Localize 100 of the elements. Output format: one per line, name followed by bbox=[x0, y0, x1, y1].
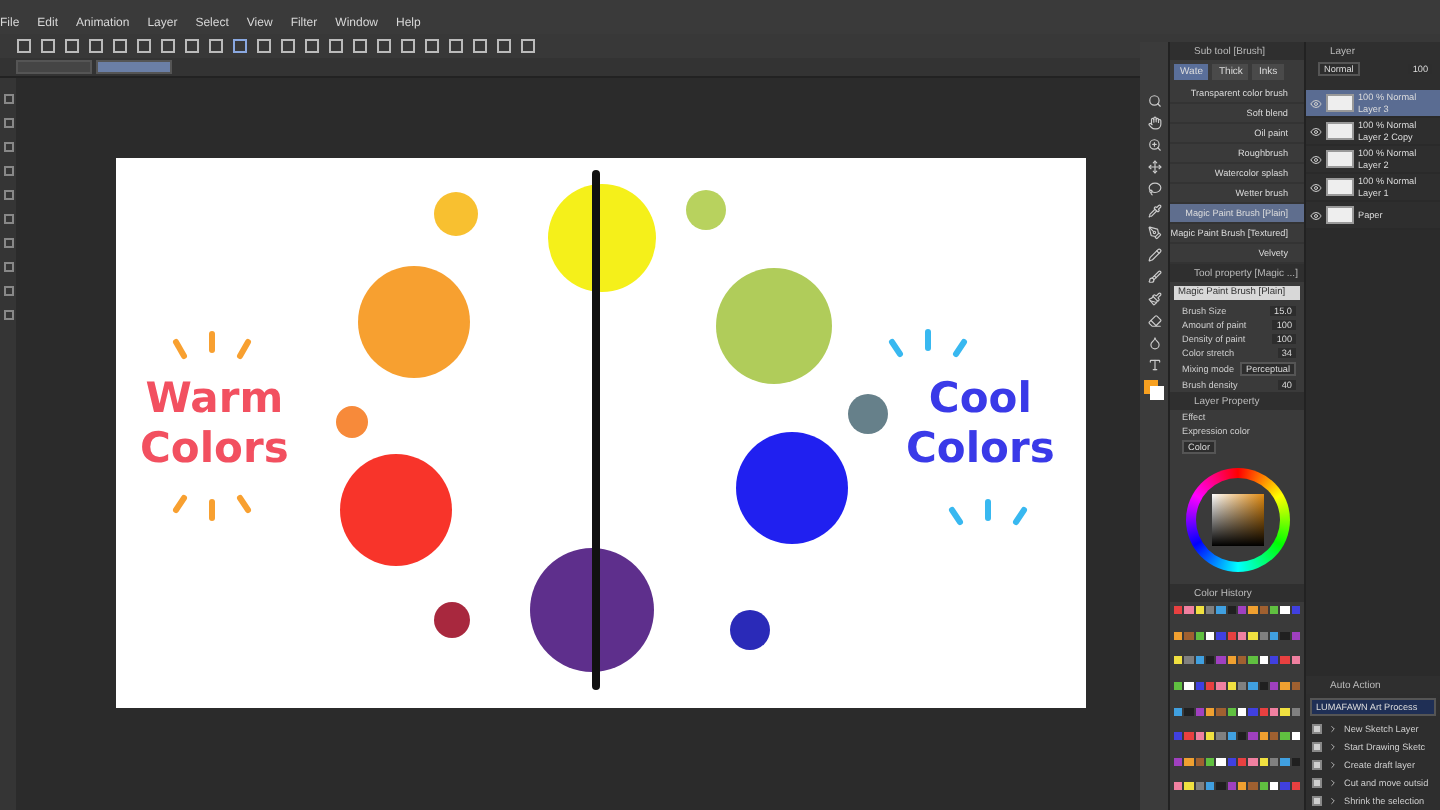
tool-icon[interactable] bbox=[1147, 94, 1161, 108]
color-swatch[interactable] bbox=[1206, 782, 1215, 791]
color-swatch[interactable] bbox=[1291, 707, 1300, 715]
color-swatch[interactable] bbox=[1291, 732, 1300, 741]
color-swatch[interactable] bbox=[1248, 656, 1258, 665]
tool-icon[interactable] bbox=[1147, 270, 1161, 284]
color-swatch[interactable] bbox=[1195, 606, 1204, 614]
color-swatch[interactable] bbox=[1206, 606, 1215, 614]
color-swatch[interactable] bbox=[1195, 681, 1204, 690]
tool-icon[interactable] bbox=[1147, 204, 1161, 218]
color-swatch[interactable] bbox=[1291, 631, 1300, 640]
color-swatch[interactable] bbox=[1206, 757, 1215, 766]
color-swatch[interactable] bbox=[1227, 656, 1236, 665]
color-swatch[interactable] bbox=[1227, 757, 1236, 766]
color-swatch[interactable] bbox=[1174, 732, 1183, 741]
color-swatch[interactable] bbox=[1227, 681, 1236, 690]
side-tool-icon[interactable] bbox=[3, 238, 13, 248]
side-tool-icon[interactable] bbox=[3, 190, 13, 200]
color-swatch[interactable] bbox=[1206, 732, 1215, 741]
color-swatch[interactable] bbox=[1238, 631, 1247, 640]
color-swatch[interactable] bbox=[1174, 782, 1183, 791]
color-swatch[interactable] bbox=[1174, 757, 1183, 766]
side-tool-icon[interactable] bbox=[3, 310, 13, 320]
color-swatch[interactable] bbox=[1195, 732, 1204, 741]
color-swatch[interactable] bbox=[1227, 782, 1236, 791]
color-swatch[interactable] bbox=[1248, 732, 1258, 741]
checkbox[interactable] bbox=[1312, 742, 1322, 752]
color-swatch[interactable] bbox=[1206, 631, 1215, 640]
color-swatch[interactable] bbox=[1195, 757, 1204, 766]
color-swatch[interactable] bbox=[1184, 732, 1194, 741]
color-swatch[interactable] bbox=[1227, 707, 1236, 715]
color-swatch[interactable] bbox=[1270, 681, 1279, 690]
side-tool-icon[interactable] bbox=[3, 286, 13, 296]
color-swatch[interactable] bbox=[1259, 732, 1268, 741]
color-swatch[interactable] bbox=[1280, 681, 1290, 690]
color-swatch[interactable] bbox=[1291, 681, 1300, 690]
tool-icon[interactable] bbox=[1147, 116, 1161, 130]
eye-icon[interactable] bbox=[1310, 125, 1322, 137]
color-swatch[interactable] bbox=[1280, 757, 1290, 766]
tool-icon[interactable] bbox=[1147, 314, 1161, 328]
checkbox[interactable] bbox=[1312, 760, 1322, 770]
color-swatch[interactable] bbox=[1184, 631, 1194, 640]
color-swatch[interactable] bbox=[1280, 606, 1290, 614]
color-swatch[interactable] bbox=[1216, 732, 1226, 741]
color-swatch[interactable] bbox=[1291, 606, 1300, 614]
tool-icon[interactable] bbox=[1147, 226, 1161, 240]
color-swatch[interactable] bbox=[1259, 656, 1268, 665]
color-swatch[interactable] bbox=[1248, 707, 1258, 715]
color-swatch[interactable] bbox=[1259, 606, 1268, 614]
color-swatch[interactable] bbox=[1238, 757, 1247, 766]
color-swatch[interactable] bbox=[1270, 631, 1279, 640]
command-field[interactable] bbox=[16, 60, 92, 74]
color-swatch[interactable] bbox=[1280, 656, 1290, 665]
color-swatch[interactable] bbox=[1195, 707, 1204, 715]
color-swatch[interactable] bbox=[1280, 782, 1290, 791]
color-swatch[interactable] bbox=[1184, 606, 1194, 614]
color-swatch[interactable] bbox=[1184, 757, 1194, 766]
color-swatch[interactable] bbox=[1227, 606, 1236, 614]
color-swatch[interactable] bbox=[1238, 606, 1247, 614]
color-swatch[interactable] bbox=[1174, 707, 1183, 715]
color-swatch[interactable] bbox=[1280, 631, 1290, 640]
color-swatch[interactable] bbox=[1270, 757, 1279, 766]
color-swatch[interactable] bbox=[1291, 757, 1300, 766]
tool-icon[interactable] bbox=[1147, 336, 1161, 350]
color-swatch[interactable] bbox=[1195, 782, 1204, 791]
color-swatch-icon[interactable] bbox=[1144, 380, 1164, 400]
color-swatch[interactable] bbox=[1216, 656, 1226, 665]
color-swatch[interactable] bbox=[1248, 681, 1258, 690]
tool-icon[interactable] bbox=[1147, 138, 1161, 152]
color-swatch[interactable] bbox=[1206, 707, 1215, 715]
color-swatch[interactable] bbox=[1195, 656, 1204, 665]
color-swatch[interactable] bbox=[1174, 631, 1183, 640]
color-swatch[interactable] bbox=[1216, 707, 1226, 715]
color-swatch[interactable] bbox=[1270, 707, 1279, 715]
color-swatch[interactable] bbox=[1259, 757, 1268, 766]
eye-icon[interactable] bbox=[1310, 153, 1322, 165]
color-swatch[interactable] bbox=[1259, 631, 1268, 640]
color-swatch[interactable] bbox=[1216, 782, 1226, 791]
command-field[interactable] bbox=[96, 60, 172, 74]
side-tool-icon[interactable] bbox=[3, 214, 13, 224]
side-tool-icon[interactable] bbox=[3, 118, 13, 128]
side-tool-icon[interactable] bbox=[3, 262, 13, 272]
side-tool-icon[interactable] bbox=[3, 166, 13, 176]
color-swatch[interactable] bbox=[1227, 732, 1236, 741]
color-swatch[interactable] bbox=[1270, 606, 1279, 614]
tool-icon[interactable] bbox=[1147, 182, 1161, 196]
eye-icon[interactable] bbox=[1310, 209, 1322, 221]
color-swatch[interactable] bbox=[1174, 656, 1183, 665]
color-swatch[interactable] bbox=[1238, 732, 1247, 741]
color-swatch[interactable] bbox=[1248, 606, 1258, 614]
color-swatch[interactable] bbox=[1259, 782, 1268, 791]
color-swatch[interactable] bbox=[1270, 732, 1279, 741]
checkbox[interactable] bbox=[1312, 778, 1322, 788]
color-swatch[interactable] bbox=[1280, 707, 1290, 715]
tool-icon[interactable] bbox=[1147, 160, 1161, 174]
side-tool-icon[interactable] bbox=[3, 94, 13, 104]
color-swatch[interactable] bbox=[1206, 681, 1215, 690]
color-swatch[interactable] bbox=[1216, 631, 1226, 640]
tool-icon[interactable] bbox=[1147, 358, 1161, 372]
color-swatch[interactable] bbox=[1174, 606, 1183, 614]
